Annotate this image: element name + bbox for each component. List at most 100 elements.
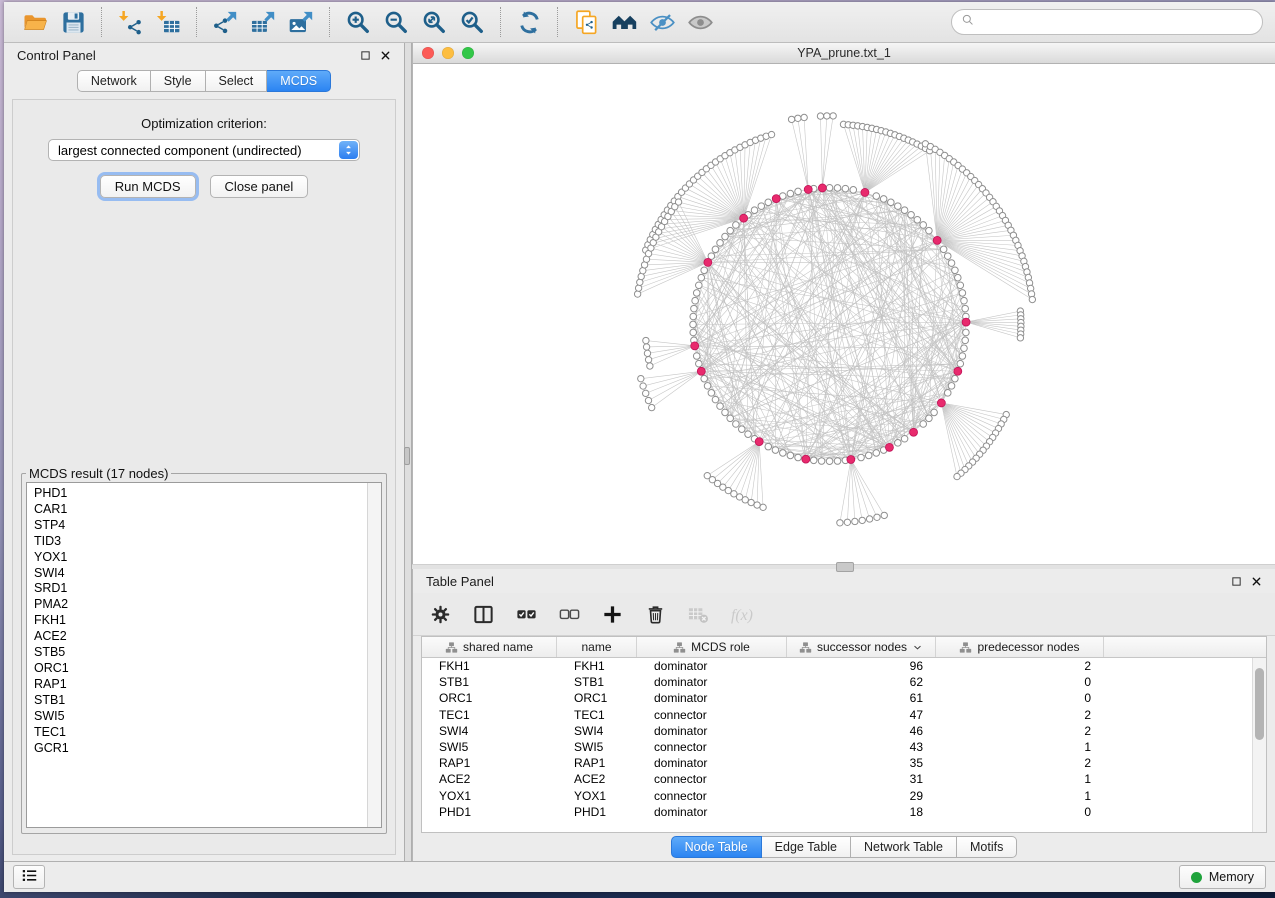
control-panel: Control Panel NetworkStyleSelectMCDS Opt… xyxy=(4,43,404,861)
import-table-icon[interactable] xyxy=(149,6,187,38)
mcds-result-item[interactable]: ORC1 xyxy=(34,661,367,677)
table-row[interactable]: SWI5SWI5connector431 xyxy=(422,739,1266,755)
mcds-result-item[interactable]: SWI4 xyxy=(34,566,367,582)
column-header-name[interactable]: name xyxy=(557,637,637,657)
tab-mcds[interactable]: MCDS xyxy=(267,70,331,92)
column-label: shared name xyxy=(463,640,533,654)
columns-icon[interactable] xyxy=(472,603,495,626)
mcds-result-item[interactable]: RAP1 xyxy=(34,677,367,693)
app-window: Control Panel NetworkStyleSelectMCDS Opt… xyxy=(4,2,1275,892)
network-canvas[interactable] xyxy=(413,64,1275,564)
table-scrollbar-thumb[interactable] xyxy=(1255,668,1264,740)
criterion-select[interactable]: largest connected component (undirected) xyxy=(48,139,360,161)
table-row[interactable]: RAP1RAP1dominator352 xyxy=(422,755,1266,771)
mcds-result-item[interactable]: GCR1 xyxy=(34,741,367,757)
zoom-in-icon[interactable] xyxy=(339,6,377,38)
column-header-filler xyxy=(1104,637,1266,657)
horizontal-splitter[interactable] xyxy=(412,564,1275,569)
open-icon[interactable] xyxy=(16,6,54,38)
network-window-titlebar[interactable]: YPA_prune.txt_1 xyxy=(413,43,1275,64)
close-window-icon[interactable] xyxy=(422,47,434,59)
memory-button[interactable]: Memory xyxy=(1179,865,1266,889)
mcds-result-item[interactable]: ACE2 xyxy=(34,629,367,645)
import-network-icon[interactable] xyxy=(111,6,149,38)
table-tab-node-table[interactable]: Node Table xyxy=(671,836,762,858)
tab-network[interactable]: Network xyxy=(77,70,151,92)
add-icon[interactable] xyxy=(601,603,624,626)
deselect-all-icon[interactable] xyxy=(558,603,581,626)
refresh-icon[interactable] xyxy=(510,6,548,38)
first-neighbors-icon[interactable] xyxy=(605,6,643,38)
table-row[interactable]: PHD1PHD1dominator180 xyxy=(422,804,1266,820)
table-cell: dominator xyxy=(637,724,787,738)
mcds-result-item[interactable]: PMA2 xyxy=(34,597,367,613)
table-cell: 1 xyxy=(936,740,1104,754)
hide-selected-icon[interactable] xyxy=(643,6,681,38)
export-image-icon[interactable] xyxy=(282,6,320,38)
zoom-selected-icon[interactable] xyxy=(453,6,491,38)
mcds-result-item[interactable]: STB1 xyxy=(34,693,367,709)
search-input[interactable] xyxy=(981,14,1253,30)
table-scrollbar[interactable] xyxy=(1252,658,1266,832)
mcds-result-item[interactable]: TID3 xyxy=(34,534,367,550)
mcds-result-item[interactable]: TEC1 xyxy=(34,725,367,741)
control-panel-close-icon[interactable] xyxy=(380,50,391,61)
zoom-fit-icon[interactable] xyxy=(415,6,453,38)
table-panel-float-icon[interactable] xyxy=(1231,576,1242,587)
mcds-result-item[interactable]: PHD1 xyxy=(34,486,367,502)
maximize-window-icon[interactable] xyxy=(462,47,474,59)
splitter-grip-icon[interactable] xyxy=(836,562,854,572)
mcds-result-item[interactable]: CAR1 xyxy=(34,502,367,518)
tab-style[interactable]: Style xyxy=(151,70,206,92)
table-row[interactable]: SWI4SWI4dominator462 xyxy=(422,723,1266,739)
list-icon xyxy=(21,867,38,887)
table-cell: 35 xyxy=(787,756,936,770)
mcds-result-item[interactable]: STP4 xyxy=(34,518,367,534)
column-header-MCDS-role[interactable]: MCDS role xyxy=(637,637,787,657)
table-cell: 2 xyxy=(936,756,1104,770)
run-mcds-button[interactable]: Run MCDS xyxy=(100,175,196,198)
table-panel-close-icon[interactable] xyxy=(1251,576,1262,587)
minimize-window-icon[interactable] xyxy=(442,47,454,59)
column-header-successor-nodes[interactable]: successor nodes xyxy=(787,637,936,657)
table-cell: 1 xyxy=(936,789,1104,803)
delete-icon[interactable] xyxy=(644,603,667,626)
table-tab-motifs[interactable]: Motifs xyxy=(957,836,1017,858)
table-tab-network-table[interactable]: Network Table xyxy=(851,836,957,858)
export-table-icon[interactable] xyxy=(244,6,282,38)
zoom-out-icon[interactable] xyxy=(377,6,415,38)
close-panel-button[interactable]: Close panel xyxy=(210,175,309,198)
mcds-result-item[interactable]: FKH1 xyxy=(34,613,367,629)
table-tab-edge-table[interactable]: Edge Table xyxy=(762,836,851,858)
table-row[interactable]: ACE2ACE2connector311 xyxy=(422,771,1266,787)
clone-network-icon[interactable] xyxy=(567,6,605,38)
mcds-result-item[interactable]: STB5 xyxy=(34,645,367,661)
mcds-list-scrollbar[interactable] xyxy=(367,483,381,827)
splitter-grip-icon[interactable] xyxy=(404,447,410,465)
mcds-result-list: PHD1CAR1STP4TID3YOX1SWI4SRD1PMA2FKH1ACE2… xyxy=(27,483,367,827)
table-row[interactable]: YOX1YOX1connector291 xyxy=(422,788,1266,804)
export-network-icon[interactable] xyxy=(206,6,244,38)
save-icon[interactable] xyxy=(54,6,92,38)
status-menu-button[interactable] xyxy=(13,865,45,889)
node-table: shared name nameMCDS rolesuccessor nodesp… xyxy=(421,636,1267,833)
mcds-result-item[interactable]: YOX1 xyxy=(34,550,367,566)
settings-icon[interactable] xyxy=(429,603,452,626)
table-row[interactable]: FKH1FKH1dominator962 xyxy=(422,658,1266,674)
column-header-shared-name[interactable]: shared name xyxy=(422,637,557,657)
search-box[interactable] xyxy=(951,9,1263,35)
table-cell: SWI5 xyxy=(422,740,557,754)
select-all-icon[interactable] xyxy=(515,603,538,626)
tab-select[interactable]: Select xyxy=(206,70,268,92)
mcds-result-item[interactable]: SWI5 xyxy=(34,709,367,725)
vertical-splitter[interactable] xyxy=(404,43,412,861)
show-all-icon[interactable] xyxy=(681,6,719,38)
function-icon: f(x) xyxy=(730,603,753,626)
mcds-result-item[interactable]: SRD1 xyxy=(34,581,367,597)
table-row[interactable]: TEC1TEC1connector472 xyxy=(422,707,1266,723)
table-row[interactable]: ORC1ORC1dominator610 xyxy=(422,690,1266,706)
column-header-predecessor-nodes[interactable]: predecessor nodes xyxy=(936,637,1104,657)
control-panel-float-icon[interactable] xyxy=(360,50,371,61)
table-row[interactable]: STB1STB1dominator620 xyxy=(422,674,1266,690)
table-cell: SWI4 xyxy=(557,724,637,738)
